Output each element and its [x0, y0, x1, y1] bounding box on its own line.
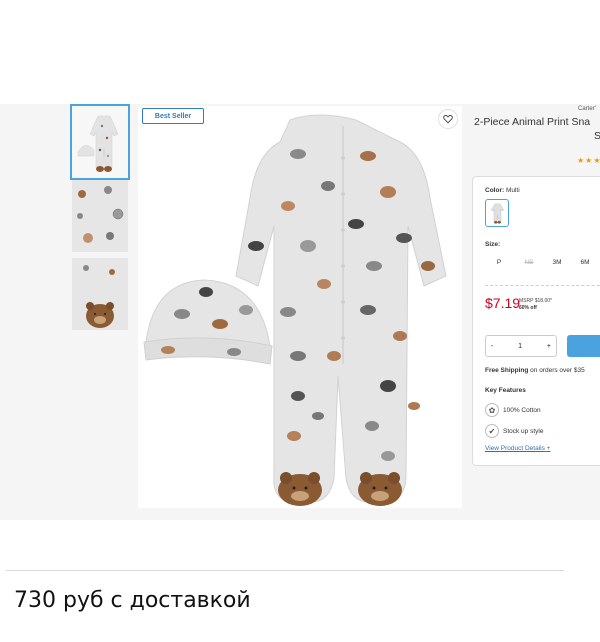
- quantity-stepper: - 1 +: [485, 335, 557, 357]
- buy-box: Color: Multi Size: P NB 3M 6M $7.19 MSRP…: [472, 176, 600, 466]
- msrp-price: MSRP $18.00*: [519, 298, 552, 304]
- best-seller-badge: Best Seller: [142, 108, 204, 124]
- thumbnail-2[interactable]: [72, 180, 128, 252]
- feature-item: ✔ Stock up style: [485, 424, 543, 438]
- size-option-p[interactable]: P: [485, 253, 513, 271]
- size-option-6m[interactable]: 6M: [571, 253, 599, 271]
- view-details-label: View Product Details: [485, 445, 545, 452]
- qty-value[interactable]: 1: [518, 343, 522, 350]
- shipping-threshold: on orders over $35: [530, 367, 585, 374]
- feature-label: 100% Cotton: [503, 406, 541, 414]
- add-to-cart-button[interactable]: [567, 335, 600, 357]
- thumbnail-1[interactable]: [70, 104, 130, 180]
- price-caption: 730 руб с доставкой: [14, 588, 251, 613]
- cotton-icon: ✿: [485, 403, 499, 417]
- main-product-image: [138, 106, 462, 508]
- checkmark-icon: ✔: [485, 424, 499, 438]
- rating-stars[interactable]: ★★★: [577, 156, 600, 165]
- free-shipping-label: Free Shipping: [485, 367, 529, 374]
- feature-item: ✿ 100% Cotton: [485, 403, 541, 417]
- qty-plus-button[interactable]: +: [547, 343, 551, 350]
- product-title-continued: S: [594, 130, 600, 142]
- thumbnail-3[interactable]: [72, 258, 128, 330]
- product-page-screenshot: Best Seller Carter' 2-Piece Animal Print…: [0, 104, 600, 520]
- color-swatch-multi[interactable]: [485, 199, 509, 227]
- caption-divider: [6, 570, 564, 571]
- color-label-key: Color:: [485, 187, 505, 194]
- color-label: Color: Multi: [485, 187, 520, 194]
- heart-icon: [443, 115, 453, 124]
- sale-price: $7.19: [485, 295, 521, 311]
- size-option-3m[interactable]: 3M: [543, 253, 571, 271]
- size-label-key: Size:: [485, 241, 501, 248]
- size-option-nb[interactable]: NB: [515, 253, 543, 271]
- color-value: Multi: [505, 187, 520, 194]
- expand-plus-icon: +: [546, 445, 551, 452]
- key-features-heading: Key Features: [485, 387, 526, 394]
- qty-minus-button[interactable]: -: [491, 343, 493, 350]
- favorite-button[interactable]: [438, 109, 458, 129]
- discount-percent: 60% off: [519, 305, 537, 311]
- divider: [485, 285, 600, 286]
- brand-name: Carter': [578, 106, 596, 112]
- view-product-details-link[interactable]: View Product Details +: [485, 445, 550, 452]
- shipping-info: Free Shipping on orders over $35: [485, 367, 585, 374]
- feature-label: Stock up style: [503, 427, 544, 435]
- size-label: Size:: [485, 241, 500, 248]
- product-title: 2-Piece Animal Print Sna: [474, 116, 591, 128]
